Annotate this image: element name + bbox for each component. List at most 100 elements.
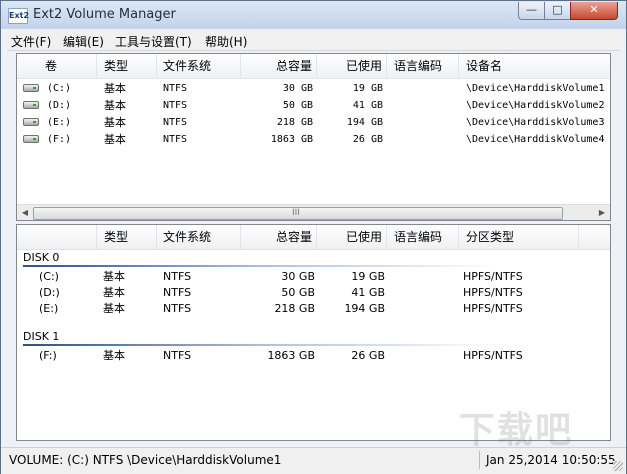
partition-row[interactable]: (F:) 基本 NTFS 1863 GB 26 GB HPFS/NTFS <box>17 347 610 364</box>
col-total[interactable]: 总容量 <box>241 225 317 249</box>
status-divider <box>479 451 480 469</box>
hard-drive-icon <box>23 135 39 143</box>
close-button[interactable]: ✕ <box>570 2 618 20</box>
partition-total: 30 GB <box>281 270 315 283</box>
partition-fs: NTFS <box>163 302 192 315</box>
volume-fs: NTFS <box>163 134 188 145</box>
volume-device: \Device\HarddiskVolume4 <box>466 134 605 145</box>
volume-total: 1863 GB <box>270 134 313 145</box>
volume-device: \Device\HarddiskVolume3 <box>466 117 605 128</box>
watermark: 下载吧 <box>459 410 574 451</box>
app-icon[interactable]: Ext2 <box>8 8 29 24</box>
minimize-button[interactable]: — <box>518 2 545 20</box>
disk-group-divider <box>23 344 503 346</box>
partition-type: 基本 <box>103 349 125 362</box>
disk-group-label[interactable]: DISK 0 <box>23 251 59 264</box>
partition-used: 26 GB <box>351 349 385 362</box>
window-title: Ext2 Volume Manager <box>33 7 176 22</box>
col-type[interactable]: 类型 <box>97 54 157 78</box>
scroll-right-arrow-icon[interactable]: ▶ <box>594 205 610 220</box>
partition-used: 194 GB <box>344 302 385 315</box>
scroll-thumb[interactable]: III <box>33 207 563 220</box>
volume-row[interactable]: (D:) 基本 NTFS 50 GB 41 GB \Device\Harddis… <box>17 97 610 114</box>
partition-row[interactable]: (E:) 基本 NTFS 218 GB 194 GB HPFS/NTFS <box>17 300 610 317</box>
partition-type-name: HPFS/NTFS <box>463 270 523 283</box>
status-bar: VOLUME: (C:) NTFS \Device\HarddiskVolume… <box>1 447 626 474</box>
volume-type: 基本 <box>104 116 126 129</box>
volume-total: 218 GB <box>276 117 313 128</box>
partition-total: 1863 GB <box>267 349 315 362</box>
volume-used: 41 GB <box>352 100 383 111</box>
partition-type-name: HPFS/NTFS <box>463 286 523 299</box>
partition-type-name: HPFS/NTFS <box>463 349 523 362</box>
volume-row[interactable]: (F:) 基本 NTFS 1863 GB 26 GB \Device\Hardd… <box>17 131 610 148</box>
volume-used: 19 GB <box>352 83 383 94</box>
disk-group-divider <box>23 265 503 267</box>
partition-used: 19 GB <box>351 270 385 283</box>
col-total[interactable]: 总容量 <box>241 54 317 78</box>
disk-group-label[interactable]: DISK 1 <box>23 330 59 343</box>
col-codepage[interactable]: 语言编码 <box>387 225 459 249</box>
col-volume[interactable]: 卷 <box>17 54 97 78</box>
title-bar[interactable]: Ext2 Ext2 Volume Manager — □ ✕ <box>1 1 626 29</box>
disk-list-header: 类型 文件系统 总容量 已使用 语言编码 分区类型 <box>17 225 610 250</box>
status-datetime: Jan 25,2014 10:50:55 <box>486 453 616 467</box>
col-volume[interactable] <box>17 225 97 249</box>
volume-row[interactable]: (C:) 基本 NTFS 30 GB 19 GB \Device\Harddis… <box>17 80 610 97</box>
partition-type-name: HPFS/NTFS <box>463 302 523 315</box>
volume-letter: (E:) <box>47 117 72 128</box>
partition-type: 基本 <box>103 286 125 299</box>
volume-device: \Device\HarddiskVolume1 <box>466 83 605 94</box>
menu-bar: 文件(F) 编辑(E) 工具与设置(T) 帮助(H) <box>7 30 620 51</box>
volume-letter: (C:) <box>47 83 72 94</box>
volume-letter: (D:) <box>47 100 72 111</box>
volume-fs: NTFS <box>163 100 188 111</box>
volume-type: 基本 <box>104 82 126 95</box>
volume-letter: (F:) <box>47 134 72 145</box>
hard-drive-icon <box>23 118 39 126</box>
col-filesystem[interactable]: 文件系统 <box>157 54 241 78</box>
volume-total: 30 GB <box>282 83 313 94</box>
maximize-button[interactable]: □ <box>544 2 571 20</box>
volume-used: 26 GB <box>352 134 383 145</box>
hard-drive-icon <box>23 101 39 109</box>
scroll-left-arrow-icon[interactable]: ◀ <box>17 205 33 220</box>
horizontal-scrollbar[interactable]: ◀ III ▶ <box>17 204 610 220</box>
partition-fs: NTFS <box>163 286 192 299</box>
menu-help[interactable]: 帮助(H) <box>205 33 247 50</box>
hard-drive-icon <box>23 84 39 92</box>
col-codepage[interactable]: 语言编码 <box>387 54 459 78</box>
volume-list[interactable]: 卷 类型 文件系统 总容量 已使用 语言编码 设备名 (C:) 基本 NTFS … <box>16 53 611 221</box>
volume-used: 194 GB <box>346 117 383 128</box>
volume-type: 基本 <box>104 99 126 112</box>
partition-type: 基本 <box>103 270 125 283</box>
col-used[interactable]: 已使用 <box>317 54 387 78</box>
partition-letter: (D:) <box>39 286 60 299</box>
partition-row[interactable]: (D:) 基本 NTFS 50 GB 41 GB HPFS/NTFS <box>17 284 610 301</box>
col-device[interactable]: 设备名 <box>459 54 610 78</box>
volume-device: \Device\HarddiskVolume2 <box>466 100 605 111</box>
partition-letter: (C:) <box>39 270 59 283</box>
scroll-grip-icon: III <box>292 208 300 218</box>
volume-list-header: 卷 类型 文件系统 总容量 已使用 语言编码 设备名 <box>17 54 610 79</box>
menu-edit[interactable]: 编辑(E) <box>63 33 104 50</box>
partition-total: 218 GB <box>274 302 315 315</box>
partition-type: 基本 <box>103 302 125 315</box>
partition-fs: NTFS <box>163 349 192 362</box>
col-partition-type[interactable]: 分区类型 <box>459 225 579 249</box>
partition-used: 41 GB <box>351 286 385 299</box>
partition-total: 50 GB <box>281 286 315 299</box>
partition-row[interactable]: (C:) 基本 NTFS 30 GB 19 GB HPFS/NTFS <box>17 268 610 285</box>
volume-row[interactable]: (E:) 基本 NTFS 218 GB 194 GB \Device\Hardd… <box>17 114 610 131</box>
col-filesystem[interactable]: 文件系统 <box>157 225 241 249</box>
menu-tools[interactable]: 工具与设置(T) <box>115 33 192 50</box>
col-used[interactable]: 已使用 <box>317 225 387 249</box>
volume-total: 50 GB <box>282 100 313 111</box>
app-window: Ext2 Ext2 Volume Manager — □ ✕ 文件(F) 编辑(… <box>0 0 627 474</box>
col-type[interactable]: 类型 <box>97 225 157 249</box>
partition-letter: (F:) <box>39 349 57 362</box>
resize-grip-icon[interactable] <box>613 461 623 471</box>
status-volume-info: VOLUME: (C:) NTFS \Device\HarddiskVolume… <box>9 453 282 467</box>
volume-fs: NTFS <box>163 83 188 94</box>
menu-file[interactable]: 文件(F) <box>11 33 51 50</box>
